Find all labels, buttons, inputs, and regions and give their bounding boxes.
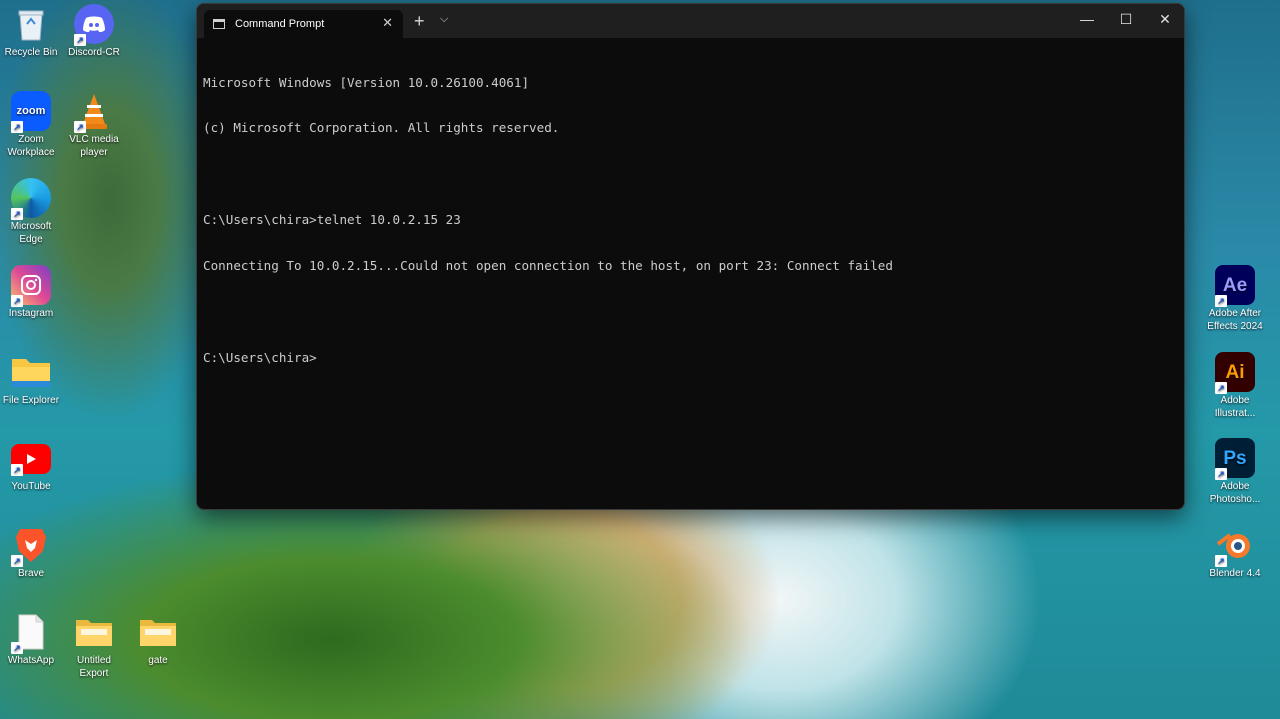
- title-bar[interactable]: Command Prompt ✕ + ⌵ — ☐ ✕: [197, 4, 1184, 38]
- youtube-icon: ↗: [11, 444, 51, 476]
- desktop-icon-recycle-bin[interactable]: Recycle Bin: [0, 4, 62, 59]
- desktop-icon-label: VLC media player: [69, 134, 119, 158]
- terminal-line: Microsoft Windows [Version 10.0.26100.40…: [203, 74, 530, 90]
- desktop-icon-label: Adobe Photosho...: [1209, 481, 1261, 505]
- desktop-icon-illustrator[interactable]: Ai ↗ Adobe Illustrat...: [1204, 352, 1266, 420]
- desktop-icon-file-explorer[interactable]: File Explorer: [0, 352, 62, 407]
- desktop-icon-label: Brave: [17, 568, 45, 579]
- desktop-icon-label: File Explorer: [2, 395, 60, 406]
- vlc-icon: ↗: [74, 91, 114, 133]
- command-prompt-window[interactable]: Command Prompt ✕ + ⌵ — ☐ ✕ Microsoft Win…: [196, 3, 1185, 510]
- terminal-prompt[interactable]: C:\Users\chira>: [203, 350, 1184, 365]
- tab-close-icon[interactable]: ✕: [382, 15, 393, 31]
- shortcut-arrow-icon: ↗: [11, 208, 23, 220]
- shortcut-arrow-icon: ↗: [11, 555, 23, 567]
- photoshop-icon: Ps ↗: [1215, 438, 1255, 480]
- shortcut-arrow-icon: ↗: [74, 121, 86, 133]
- desktop-icon-label: YouTube: [11, 481, 51, 492]
- terminal-line: Connecting To 10.0.2.15...Could not open…: [203, 258, 893, 274]
- shortcut-arrow-icon: ↗: [11, 295, 23, 307]
- desktop-icon-label: Untitled Export: [77, 655, 111, 679]
- terminal-line: C:\Users\chira>telnet 10.0.2.15 23: [203, 212, 461, 228]
- close-button[interactable]: ✕: [1145, 11, 1184, 28]
- blender-icon: ↗: [1215, 525, 1255, 567]
- shortcut-arrow-icon: ↗: [1215, 295, 1227, 307]
- desktop-icon-photoshop[interactable]: Ps ↗ Adobe Photosho...: [1204, 438, 1266, 506]
- brave-icon: ↗: [11, 525, 51, 567]
- zoom-icon: zoom ↗: [11, 91, 51, 133]
- tab-dropdown-icon[interactable]: ⌵: [440, 13, 448, 26]
- instagram-icon: ↗: [11, 265, 51, 307]
- desktop-icon-vlc[interactable]: ↗ VLC media player: [63, 91, 125, 159]
- desktop-icon-label: Blender 4.4: [1209, 568, 1261, 579]
- discord-icon: ↗: [74, 4, 114, 46]
- terminal-icon: [213, 19, 225, 29]
- desktop-icon-brave[interactable]: ↗ Brave: [0, 525, 62, 580]
- tab-command-prompt[interactable]: Command Prompt ✕: [204, 10, 403, 38]
- folder-icon: [11, 352, 51, 392]
- desktop-icon-label: Instagram: [8, 308, 54, 319]
- desktop-icon-after-effects[interactable]: Ae ↗ Adobe After Effects 2024: [1204, 265, 1266, 333]
- terminal-output[interactable]: Microsoft Windows [Version 10.0.26100.40…: [197, 38, 1184, 396]
- desktop-icon-edge[interactable]: ↗ Microsoft Edge: [0, 178, 62, 246]
- new-tab-button[interactable]: +: [414, 11, 425, 32]
- desktop-icon-zoom[interactable]: zoom ↗ Zoom Workplace: [0, 91, 62, 159]
- desktop-icon-label: Discord-CR: [68, 47, 120, 58]
- desktop-icon-label: Recycle Bin: [4, 47, 58, 58]
- illustrator-icon: Ai ↗: [1215, 352, 1255, 394]
- document-icon: ↗: [11, 612, 51, 654]
- shortcut-arrow-icon: ↗: [11, 642, 23, 654]
- shortcut-arrow-icon: ↗: [1215, 382, 1227, 394]
- desktop-icon-label: Adobe Illustrat...: [1214, 395, 1256, 419]
- shortcut-arrow-icon: ↗: [11, 121, 23, 133]
- shortcut-arrow-icon: ↗: [1215, 468, 1227, 480]
- folder-icon: [138, 612, 178, 652]
- desktop-icon-instagram[interactable]: ↗ Instagram: [0, 265, 62, 320]
- shortcut-arrow-icon: ↗: [1215, 555, 1227, 567]
- desktop-icon-youtube[interactable]: ↗ YouTube: [0, 438, 62, 493]
- desktop-icon-label: Adobe After Effects 2024: [1207, 308, 1263, 332]
- desktop-icon-label: WhatsApp: [7, 655, 55, 666]
- desktop-icon-discord[interactable]: ↗ Discord-CR: [63, 4, 125, 59]
- maximize-button[interactable]: ☐: [1106, 11, 1146, 28]
- shortcut-arrow-icon: ↗: [74, 34, 86, 46]
- recycle-bin-icon: [11, 4, 51, 44]
- shortcut-arrow-icon: ↗: [11, 464, 23, 476]
- folder-icon: [74, 612, 114, 652]
- tab-title: Command Prompt: [235, 18, 325, 30]
- minimize-button[interactable]: —: [1067, 11, 1107, 27]
- desktop-icon-label: Microsoft Edge: [10, 221, 52, 245]
- after-effects-icon: Ae ↗: [1215, 265, 1255, 307]
- desktop-icon-label: Zoom Workplace: [7, 134, 55, 158]
- terminal-line: (c) Microsoft Corporation. All rights re…: [203, 120, 560, 136]
- desktop-icon-gate[interactable]: gate: [127, 612, 189, 667]
- desktop-icon-untitled-export[interactable]: Untitled Export: [63, 612, 125, 680]
- desktop-icon-whatsapp[interactable]: ↗ WhatsApp: [0, 612, 62, 667]
- desktop-icon-label: gate: [148, 655, 168, 666]
- edge-icon: ↗: [11, 178, 51, 220]
- desktop-icon-blender[interactable]: ↗ Blender 4.4: [1204, 525, 1266, 580]
